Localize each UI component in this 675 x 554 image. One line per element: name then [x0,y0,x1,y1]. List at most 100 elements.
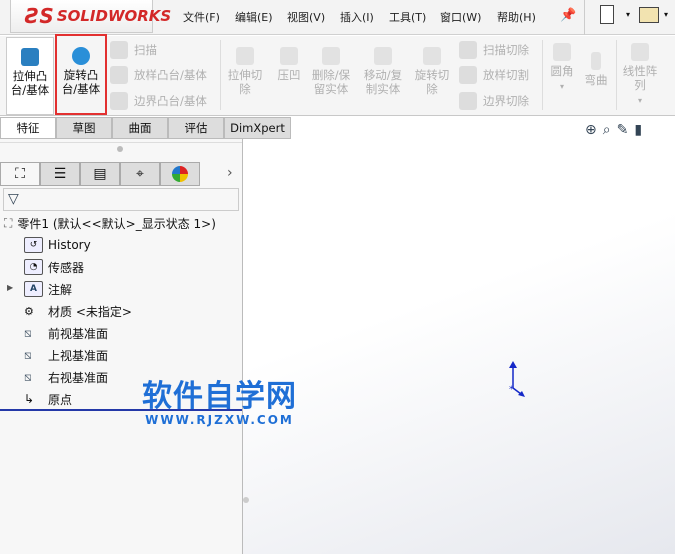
menu-file[interactable]: 文件(F) [183,9,220,25]
menu-tools[interactable]: 工具(T) [389,9,426,25]
tree-item-label: 注解 [48,282,73,297]
sweep-cut-button[interactable]: 扫描切除 [459,41,529,59]
revolve-boss-label: 旋转凸台/基体 [61,68,101,96]
display-manager-tab-icon[interactable] [160,162,200,186]
splitter-handle[interactable] [243,497,249,503]
sweep-icon [110,41,128,59]
graphics-area[interactable] [243,139,675,554]
linear-pattern-icon [631,43,649,61]
fillet-button[interactable]: 圆角 ▾ [547,43,577,94]
splitter-handle[interactable] [117,146,123,152]
boundary-cut-button[interactable]: 边界切除 [459,92,529,110]
extrude-icon [21,48,39,66]
previous-view-icon[interactable]: ✎ [617,122,629,138]
plane-icon: ⧅ [24,325,32,340]
flex-button[interactable]: 弯曲 [580,52,612,87]
extrude-boss-button[interactable]: 拉伸凸台/基体 [6,37,54,115]
section-view-icon[interactable]: ▮ [634,122,642,138]
sweep-label: 扫描 [134,43,157,57]
tree-item-sensors[interactable]: ◔ 传感器 [24,257,84,277]
sweep-cut-label: 扫描切除 [483,43,529,57]
delete-body-button[interactable]: 删除/保留实体 [308,47,354,96]
ds-logo-icon: ƧS [25,4,54,28]
pin-icon[interactable]: 📌 [560,8,576,23]
zoom-to-fit-icon[interactable]: ⊕ [585,122,597,138]
chevron-down-icon[interactable]: ▾ [626,10,630,19]
loft-icon [110,66,128,84]
tree-item-origin[interactable]: ↳ 原点 [24,389,72,409]
loft-cut-button[interactable]: 放样切割 [459,66,529,84]
origin-triad-icon: * [509,361,525,397]
tab-dimxpert[interactable]: DimXpert [224,117,291,139]
menu-edit[interactable]: 编辑(E) [235,9,273,25]
tree-root-part[interactable]: ⛶ 零件1 (默认<<默认>_显示状态 1>) [4,213,216,233]
extrude-cut-button[interactable]: 拉伸切除 [224,47,266,96]
flex-icon [591,52,601,70]
revolve-icon [72,47,90,65]
loft-button[interactable]: 放样凸台/基体 [110,66,207,84]
tree-item-label: 材质 <未指定> [48,304,132,319]
indent-button[interactable]: 压凹 [272,47,306,82]
chevron-right-icon[interactable]: › [227,165,233,181]
tree-item-annotations[interactable]: A 注解 [24,279,72,299]
dimxpert-manager-tab-icon[interactable]: ⌖ [120,162,160,186]
revolve-cut-button[interactable]: 旋转切除 [412,47,452,96]
revolve-cut-icon [423,47,441,65]
tree-item-right-plane[interactable]: ⧅ 右视基准面 [24,367,108,387]
revolve-cut-label: 旋转切除 [414,68,450,96]
logo-text: SOLIDWORKS [56,7,172,25]
tree-root-label: 零件1 (默认<<默认>_显示状态 1>) [17,216,216,231]
chevron-down-icon[interactable]: ▾ [664,10,668,19]
open-folder-icon[interactable] [639,7,659,23]
material-icon: ⚙ [24,304,34,318]
expand-arrow-icon[interactable]: ▶ [7,283,13,292]
revolve-boss-button[interactable]: 旋转凸台/基体 [55,34,107,115]
tree-item-material[interactable]: ⚙ 材质 <未指定> [24,301,132,321]
loft-cut-label: 放样切割 [483,68,529,82]
sweep-button[interactable]: 扫描 [110,41,157,59]
extrude-boss-label: 拉伸凸台/基体 [10,69,50,97]
loft-label: 放样凸台/基体 [134,68,207,82]
zoom-to-area-icon[interactable]: ⌕ [603,122,611,138]
menu-help[interactable]: 帮助(H) [497,9,536,25]
part-icon: ⛶ [4,215,13,230]
flex-label: 弯曲 [584,73,608,87]
divider [584,0,585,35]
boundary-button[interactable]: 边界凸台/基体 [110,92,207,110]
linear-pattern-label: 线性阵列 [622,64,658,92]
tree-item-label: 右视基准面 [48,370,109,385]
plane-icon: ⧅ [24,369,32,384]
svg-text:*: * [509,385,514,395]
fillet-label: 圆角 [550,64,574,78]
extrude-cut-icon [236,47,254,65]
configuration-manager-tab-icon[interactable]: ▤ [80,162,120,186]
tree-item-history[interactable]: ↺ History [24,235,91,255]
menu-insert[interactable]: 插入(I) [340,9,374,25]
chevron-down-icon[interactable]: ▾ [638,96,642,105]
tab-features[interactable]: 特征 [0,117,56,139]
chevron-down-icon[interactable]: ▾ [560,82,564,91]
move-copy-label: 移动/复制实体 [363,68,403,96]
plane-icon: ⧅ [24,347,32,362]
new-document-icon[interactable] [600,5,614,24]
tree-item-top-plane[interactable]: ⧅ 上视基准面 [24,345,108,365]
tree-item-front-plane[interactable]: ⧅ 前视基准面 [24,323,108,343]
menu-view[interactable]: 视图(V) [287,9,325,25]
tab-sketch[interactable]: 草图 [56,117,112,139]
boundary-cut-icon [459,92,477,110]
property-manager-tab-icon[interactable]: ☰ [40,162,80,186]
feature-manager-tab-icon[interactable]: ⛶ [0,162,40,186]
tree-item-label: History [48,238,91,252]
linear-pattern-button[interactable]: 线性阵列 ▾ [620,43,660,108]
boundary-cut-label: 边界切除 [483,94,529,108]
divider [542,40,543,110]
filter-input[interactable]: ▽ [3,188,239,211]
move-copy-button[interactable]: 移动/复制实体 [360,47,406,96]
fillet-icon [553,43,571,61]
extrude-cut-label: 拉伸切除 [227,68,263,96]
menu-window[interactable]: 窗口(W) [440,9,481,25]
tab-evaluate[interactable]: 评估 [168,117,224,139]
move-copy-icon [374,47,392,65]
solidworks-logo[interactable]: ƧS SOLIDWORKS [10,0,171,33]
tab-surface[interactable]: 曲面 [112,117,168,139]
